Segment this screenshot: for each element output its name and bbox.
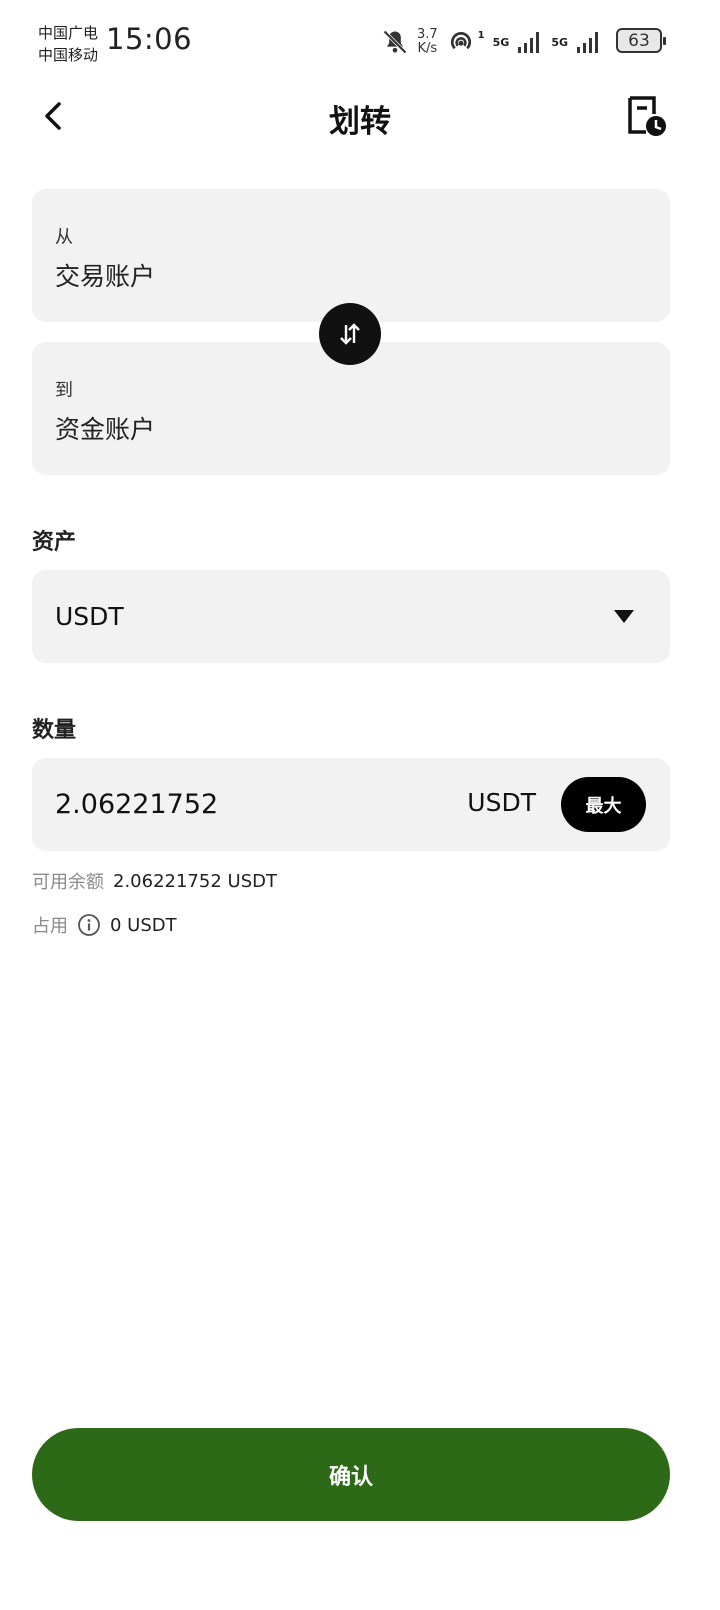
status-time: 15:06 [106,22,193,56]
carrier-2: 中国移动 [38,46,99,64]
net-speed-unit: K/s [417,41,438,56]
carrier-1: 中国广电 [38,24,99,42]
status-icons: 3.7 K/s 1 5G 5G [381,24,602,60]
mute-bell-icon [383,30,407,54]
hotspot-icon [450,32,471,50]
amount-field: USDT 最大 [32,758,670,851]
occupied-row: 占用 0 USDT [32,912,177,938]
available-balance-label: 可用余额 [32,872,104,893]
signal-bars-icon [577,32,598,53]
amount-input[interactable] [55,778,435,830]
net-speed: 3.7 K/s [417,28,438,56]
from-label: 从 [55,227,73,248]
swap-vertical-icon [340,323,360,345]
top-app-bar: 划转 [0,84,720,148]
available-balance-value: 2.06221752 USDT [113,870,277,892]
battery-level: 63 [628,30,650,51]
battery-icon: 63 [616,28,666,53]
document-clock-icon[interactable] [626,96,668,138]
net-speed-value: 3.7 [416,27,438,42]
amount-unit: USDT [467,788,536,817]
from-account-value: 交易账户 [55,262,156,291]
available-balance-row: 可用余额 2.06221752 USDT [32,868,277,894]
page-title: 划转 [329,104,391,140]
dropdown-caret-icon [614,610,634,623]
asset-select[interactable]: USDT [32,570,670,663]
asset-label: 资产 [32,530,77,555]
occupied-value: 0 USDT [110,914,177,936]
to-account-value: 资金账户 [55,415,156,444]
max-button[interactable]: 最大 [561,777,646,832]
sim2-network: 5G [551,35,568,49]
occupied-label: 占用 [32,916,68,937]
status-bar: 中国广电 中国移动 15:06 3.7 K/s 1 5G 5G 63 [0,0,720,84]
to-label: 到 [55,380,73,401]
sim1-index: 1 [477,29,485,41]
sim1-network: 5G [492,35,510,49]
carrier-names: 中国广电 中国移动 [38,22,98,66]
swap-accounts-button[interactable] [319,303,381,365]
signal-bars-icon [518,32,540,53]
info-icon[interactable] [77,913,101,937]
asset-selected-value: USDT [55,602,124,631]
confirm-button[interactable]: 确认 [32,1428,670,1521]
quantity-label: 数量 [32,718,77,743]
